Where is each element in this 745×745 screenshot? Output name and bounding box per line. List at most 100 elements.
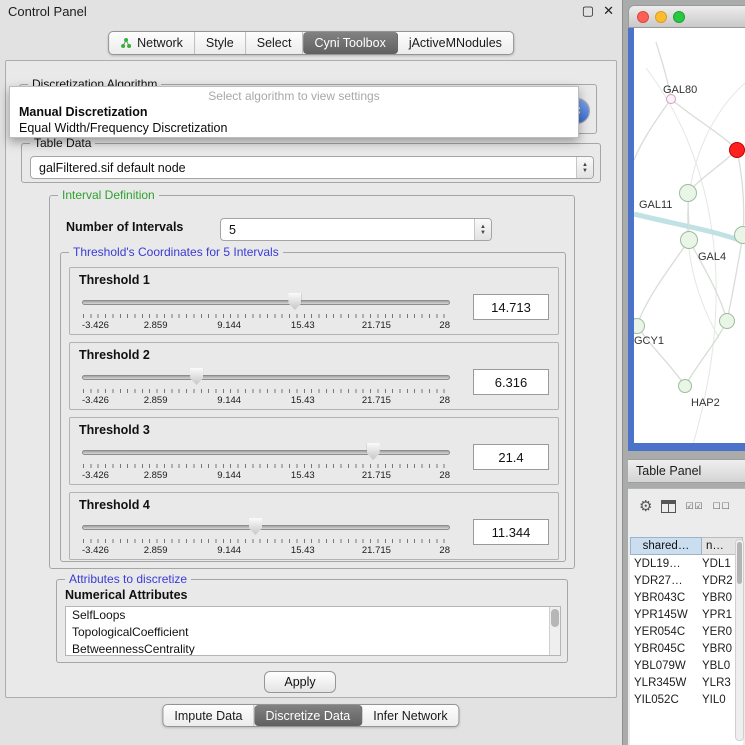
network-node[interactable] (719, 313, 735, 329)
table-panel-toolbar: ⚙ ☑☑ ☐☐ (628, 489, 745, 523)
network-node-label: HAP2 (691, 397, 720, 409)
slider-tick-label: 21.715 (362, 320, 391, 331)
gear-icon[interactable]: ⚙ (639, 499, 652, 514)
table-row[interactable]: YBR043CYBR0 (630, 589, 743, 606)
group-title: Threshold's Coordinates for 5 Intervals (69, 245, 283, 260)
threshold-label: Threshold 4 (79, 498, 150, 512)
table-row[interactable]: YER054CYER0 (630, 623, 743, 640)
table-data-combobox[interactable]: galFiltered.sif default node ▲ ▼ (30, 156, 594, 179)
table-cell[interactable]: YLR345W (630, 677, 702, 689)
tab-jactivemnodules[interactable]: jActiveMNodules (398, 32, 513, 54)
slider-track[interactable] (82, 450, 450, 455)
slider-thumb[interactable] (367, 443, 380, 460)
apply-button[interactable]: Apply (264, 671, 336, 693)
table-row[interactable]: YBR045CYBR0 (630, 640, 743, 657)
threshold-1-value-field[interactable]: 14.713 (473, 294, 549, 320)
show-columns-icon[interactable] (661, 500, 676, 513)
threshold-2-value-field[interactable]: 6.316 (473, 369, 549, 395)
close-traffic-light-icon[interactable] (637, 11, 649, 23)
tab-select[interactable]: Select (246, 32, 304, 54)
combobox-stepper-icon: ▲ ▼ (576, 157, 593, 178)
threshold-1-slider[interactable]: -3.426 2.859 9.144 15.43 21.715 28 (82, 293, 450, 333)
tab-impute-data[interactable]: Impute Data (163, 705, 254, 726)
table-cell[interactable]: YER054C (630, 626, 702, 638)
table-row[interactable]: YLR345WYLR3 (630, 674, 743, 691)
slider-track[interactable] (82, 525, 450, 530)
interval-definition-group: Interval Definition Number of Intervals … (49, 195, 575, 569)
slider-tick-label: -3.426 (82, 395, 109, 406)
network-node[interactable] (680, 231, 698, 249)
network-node-label: GAL4 (698, 251, 726, 263)
slider-tick-label: 2.859 (144, 320, 168, 331)
table-row[interactable]: YDR27…YDR2 (630, 572, 743, 589)
threshold-label: Threshold 1 (79, 273, 150, 287)
slider-tick-label: 2.859 (144, 395, 168, 406)
algorithm-dropdown-popup: Select algorithm to view settings Manual… (9, 86, 579, 138)
network-window-titlebar[interactable] (628, 5, 745, 28)
tab-discretize-data[interactable]: Discretize Data (255, 705, 363, 726)
threshold-4-slider[interactable]: -3.426 2.859 9.144 15.43 21.715 28 (82, 518, 450, 558)
table-panel-title: Table Panel (636, 464, 701, 478)
table-cell[interactable]: YDL19… (630, 558, 702, 570)
arrow-down-icon: ▼ (480, 230, 486, 236)
threshold-1-section: Threshold 1 -3.426 2.859 9.144 15.43 21.… (69, 267, 559, 335)
tab-infer-network[interactable]: Infer Network (362, 705, 458, 726)
column-header-shared-name[interactable]: shared… (630, 537, 702, 555)
threshold-3-value-field[interactable]: 21.4 (473, 444, 549, 470)
network-node[interactable] (734, 226, 745, 244)
table-row[interactable]: YDL19…YDL1 (630, 555, 743, 572)
network-node[interactable] (679, 184, 697, 202)
numerical-attributes-label: Numerical Attributes (65, 588, 187, 602)
network-canvas[interactable]: GAL80 GAL11 GAL4 GCY1 HAP2 (628, 28, 745, 451)
table-row[interactable]: YPR145WYPR1 (630, 606, 743, 623)
tab-cyni-toolbox[interactable]: Cyni Toolbox (303, 32, 397, 54)
table-cell[interactable]: YDR27… (630, 575, 702, 587)
threshold-2-slider[interactable]: -3.426 2.859 9.144 15.43 21.715 28 (82, 368, 450, 408)
list-item[interactable]: BetweennessCentrality (66, 641, 560, 656)
table-row[interactable]: YBL079WYBL0 (630, 657, 743, 674)
table-scrollbar[interactable] (735, 539, 744, 741)
zoom-traffic-light-icon[interactable] (673, 11, 685, 23)
select-all-icon[interactable]: ☑☑ (685, 499, 703, 514)
float-window-icon[interactable]: ▢ (582, 4, 594, 18)
tab-style[interactable]: Style (195, 32, 246, 54)
tab-label: Cyni Toolbox (314, 36, 385, 50)
list-item[interactable]: TopologicalCoefficient (66, 624, 560, 641)
threshold-4-section: Threshold 4 -3.426 2.859 9.144 15.43 21.… (69, 492, 559, 560)
network-node[interactable] (678, 379, 692, 393)
threshold-4-value-field[interactable]: 11.344 (473, 519, 549, 545)
slider-track[interactable] (82, 375, 450, 380)
list-scrollbar[interactable] (549, 607, 560, 655)
slider-ticks (83, 389, 449, 393)
slider-thumb[interactable] (288, 293, 301, 310)
table-cell[interactable]: YBR045C (630, 643, 702, 655)
tab-network[interactable]: Network (109, 32, 195, 54)
scrollbar-thumb[interactable] (551, 609, 559, 627)
number-of-intervals-value: 5 (221, 223, 474, 237)
threshold-3-slider[interactable]: -3.426 2.859 9.144 15.43 21.715 28 (82, 443, 450, 483)
slider-thumb[interactable] (190, 368, 203, 385)
minimize-traffic-light-icon[interactable] (655, 11, 667, 23)
list-item[interactable]: SelfLoops (66, 607, 560, 624)
slider-tick-label: 28 (439, 320, 450, 331)
number-of-intervals-combobox[interactable]: 5 ▲ ▼ (220, 218, 492, 241)
table-cell[interactable]: YPR145W (630, 609, 702, 621)
attributes-to-discretize-group: Attributes to discretize Numerical Attri… (56, 579, 568, 663)
table-data-value: galFiltered.sif default node (31, 161, 576, 175)
table-cell[interactable]: YIL052C (630, 694, 702, 706)
slider-tick-label: -3.426 (82, 545, 109, 556)
dropdown-option-equal-width-frequency[interactable]: Equal Width/Frequency Discretization (10, 120, 578, 136)
close-window-icon[interactable]: ✕ (603, 4, 614, 18)
network-node-selected[interactable] (729, 142, 745, 158)
numerical-attributes-list[interactable]: SelfLoops TopologicalCoefficient Between… (65, 606, 561, 656)
deselect-all-icon[interactable]: ☐☐ (713, 499, 731, 514)
table-row[interactable]: YIL052CYIL0 (630, 691, 743, 708)
slider-track[interactable] (82, 300, 450, 305)
dropdown-option-manual-discretization[interactable]: Manual Discretization (10, 104, 578, 120)
scrollbar-thumb[interactable] (737, 542, 742, 584)
slider-tick-label: 15.43 (291, 545, 315, 556)
slider-thumb[interactable] (249, 518, 262, 535)
table-cell[interactable]: YBL079W (630, 660, 702, 672)
table-cell[interactable]: YBR043C (630, 592, 702, 604)
network-node[interactable] (629, 318, 645, 334)
